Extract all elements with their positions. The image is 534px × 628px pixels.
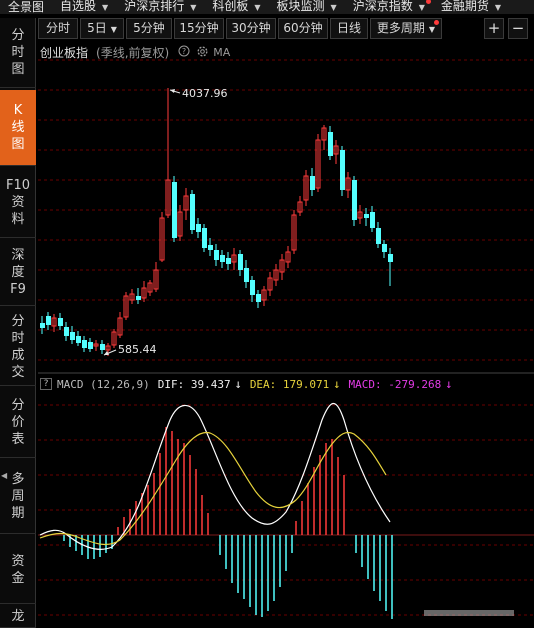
candle-body-down: [82, 340, 87, 348]
candle-body-down: [238, 254, 243, 270]
candle-body-down: [190, 194, 195, 230]
candle-body-down: [256, 294, 261, 302]
watermark: [424, 608, 524, 620]
candle-body-down: [250, 280, 255, 295]
candle-body-down: [70, 332, 75, 340]
candle-body-down: [64, 327, 69, 336]
candle-body-down: [208, 245, 213, 250]
candle-body-down: [58, 318, 63, 326]
candle-body-down: [388, 254, 393, 262]
candle-body-down: [220, 255, 225, 262]
candle-body-down: [46, 316, 51, 325]
candle-body-down: [40, 323, 45, 328]
candle-body-down: [364, 214, 369, 218]
candle-body-down: [244, 268, 249, 282]
candle-body-down: [376, 228, 381, 244]
candle-body-down: [328, 132, 333, 156]
candle-body-down: [352, 180, 357, 220]
kline-chart[interactable]: 4037.96 585.44: [0, 0, 534, 628]
candle-body-down: [226, 258, 231, 264]
candle-body-down: [172, 182, 177, 238]
candle-body-down: [370, 212, 375, 228]
candle-body-down: [214, 250, 219, 260]
candle-body-down: [88, 342, 93, 349]
candle-body-down: [340, 150, 345, 190]
candle-body-down: [100, 344, 105, 350]
candle-body-down: [310, 176, 315, 190]
candle-body-down: [196, 224, 201, 232]
dea-line: [39, 431, 387, 546]
low-price-label: 585.44: [118, 343, 157, 356]
candle-body-down: [382, 244, 387, 252]
candle-body-down: [202, 228, 207, 248]
candle-body-down: [76, 336, 81, 343]
candle-body-down: [136, 296, 141, 300]
high-price-label: 4037.96: [182, 87, 228, 100]
